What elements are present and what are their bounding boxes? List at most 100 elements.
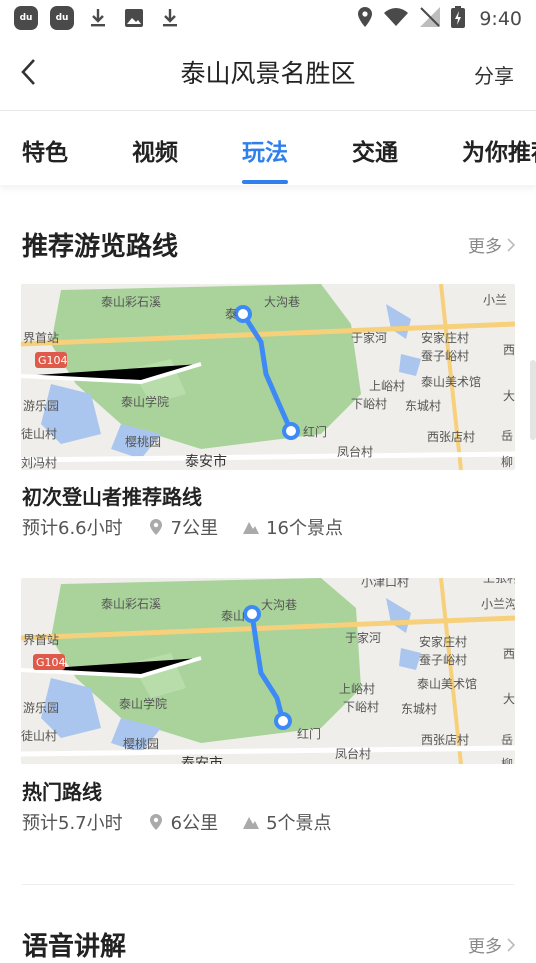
svg-text:大: 大 — [503, 692, 515, 706]
svg-text:凤台村: 凤台村 — [335, 746, 371, 761]
location-pin-icon — [145, 516, 167, 538]
location-pin-icon — [145, 811, 167, 833]
tab-features[interactable]: 特色 — [22, 133, 68, 167]
svg-text:泰山: 泰山 — [221, 609, 245, 623]
svg-text:樱桃园: 樱桃园 — [125, 434, 161, 449]
svg-text:小津口村: 小津口村 — [361, 578, 409, 589]
title-bar: 泰山风景名胜区 分享 — [0, 36, 536, 111]
du-app-icon: du — [50, 6, 74, 30]
page-title: 泰山风景名胜区 — [180, 59, 356, 88]
share-button[interactable]: 分享 — [474, 60, 514, 89]
svg-text:界首站: 界首站 — [23, 633, 59, 647]
svg-text:于家河: 于家河 — [351, 330, 387, 345]
route-spots: 16个景点 — [266, 518, 343, 539]
svg-text:西: 西 — [503, 647, 515, 661]
svg-text:西张店村: 西张店村 — [427, 430, 475, 444]
more-label: 更多 — [468, 237, 502, 257]
svg-text:东城村: 东城村 — [401, 702, 437, 716]
tab-recommend[interactable]: 为你推荐 — [462, 133, 536, 167]
svg-text:安家庄村: 安家庄村 — [421, 330, 469, 345]
svg-text:游乐园: 游乐园 — [23, 701, 59, 715]
status-bar: du du 9:40 — [0, 0, 536, 36]
svg-text:上张村: 上张村 — [483, 578, 515, 585]
svg-text:下峪村: 下峪村 — [351, 397, 387, 411]
route-distance: 7公里 — [170, 518, 219, 539]
route-distance: 6公里 — [170, 813, 219, 834]
svg-text:刘冯村: 刘冯村 — [21, 456, 57, 470]
svg-text:西: 西 — [503, 343, 515, 357]
mountain-icon — [240, 516, 262, 538]
svg-text:上峪村: 上峪村 — [339, 682, 375, 696]
section-divider — [22, 884, 514, 885]
svg-text:大沟巷: 大沟巷 — [264, 295, 300, 309]
download-icon — [158, 6, 182, 30]
chevron-right-icon — [507, 237, 516, 252]
svg-text:徒山村: 徒山村 — [21, 729, 57, 743]
section-title-voice: 语音讲解 — [22, 932, 127, 962]
chevron-right-icon — [507, 937, 516, 952]
voice-more-button[interactable]: 更多 — [468, 932, 516, 957]
wifi-icon — [383, 7, 409, 31]
route-name-1[interactable]: 初次登山者推荐路线 — [22, 481, 202, 510]
svg-text:徒山村: 徒山村 — [21, 427, 57, 441]
svg-text:小兰: 小兰 — [483, 293, 507, 307]
svg-text:岳: 岳 — [501, 429, 513, 443]
svg-text:泰山彩石溪: 泰山彩石溪 — [101, 295, 161, 309]
svg-text:下峪村: 下峪村 — [343, 700, 379, 714]
svg-text:泰: 泰 — [225, 307, 237, 321]
svg-text:红门: 红门 — [303, 424, 327, 439]
svg-text:上峪村: 上峪村 — [369, 379, 405, 393]
tab-videos[interactable]: 视频 — [132, 133, 178, 167]
route-meta-1: 预计6.6小时 7公里 16个景点 — [22, 514, 343, 540]
status-time: 9:40 — [479, 8, 522, 30]
svg-text:泰山美术馆: 泰山美术馆 — [421, 374, 481, 389]
svg-text:安家庄村: 安家庄村 — [419, 634, 467, 649]
route-map-2[interactable]: 泰山彩石溪泰山 大沟巷 小津口村 上张村小兰沟 于家河 安家庄村 蚕子峪村 西 上峪村… — [21, 578, 515, 764]
svg-text:G104: G104 — [38, 354, 68, 367]
routes-more-button[interactable]: 更多 — [468, 232, 516, 257]
active-tab-indicator — [242, 180, 288, 184]
svg-text:小兰沟: 小兰沟 — [481, 597, 515, 611]
tab-transport[interactable]: 交通 — [352, 133, 398, 167]
svg-text:泰安市: 泰安市 — [185, 453, 227, 470]
route-duration: 预计6.6小时 — [22, 518, 123, 539]
download-icon — [86, 6, 110, 30]
svg-text:东城村: 东城村 — [405, 399, 441, 413]
svg-text:红门: 红门 — [297, 726, 321, 741]
no-signal-icon — [419, 6, 441, 32]
scrollbar[interactable] — [530, 360, 536, 440]
more-label: 更多 — [468, 937, 502, 957]
svg-text:界首站: 界首站 — [23, 331, 59, 345]
svg-text:大沟巷: 大沟巷 — [261, 598, 297, 612]
mountain-icon — [240, 811, 262, 833]
section-title-routes: 推荐游览路线 — [22, 232, 179, 262]
route-meta-2: 预计5.7小时 6公里 5个景点 — [22, 809, 332, 835]
battery-icon — [451, 6, 466, 32]
route-map-1[interactable]: 泰山彩石溪泰 大沟巷于家河 安家庄村蚕子峪村 上峪村 泰山美术馆 下峪村 东城村 界… — [21, 284, 515, 470]
svg-text:岳: 岳 — [501, 733, 513, 747]
svg-text:柳: 柳 — [501, 455, 513, 469]
image-icon — [122, 6, 146, 30]
svg-text:泰山学院: 泰山学院 — [121, 394, 169, 409]
svg-text:于家河: 于家河 — [345, 630, 381, 645]
tab-bar: 特色 视频 玩法 交通 为你推荐 — [0, 111, 536, 185]
svg-text:西张店村: 西张店村 — [421, 733, 469, 747]
svg-text:樱桃园: 樱桃园 — [123, 736, 159, 751]
svg-text:泰山学院: 泰山学院 — [119, 696, 167, 711]
svg-text:泰安市: 泰安市 — [181, 755, 223, 764]
svg-text:游乐园: 游乐园 — [23, 399, 59, 413]
route-duration: 预计5.7小时 — [22, 813, 123, 834]
du-app-icon: du — [14, 6, 38, 30]
svg-text:泰山彩石溪: 泰山彩石溪 — [101, 597, 161, 611]
route-name-2[interactable]: 热门路线 — [22, 776, 102, 805]
svg-text:泰山美术馆: 泰山美术馆 — [417, 676, 477, 691]
svg-text:凤台村: 凤台村 — [337, 444, 373, 459]
tab-play[interactable]: 玩法 — [242, 133, 288, 167]
svg-text:蚕子峪村: 蚕子峪村 — [419, 653, 467, 667]
svg-text:蚕子峪村: 蚕子峪村 — [421, 349, 469, 363]
svg-text:G104: G104 — [36, 656, 66, 669]
svg-text:柳: 柳 — [501, 757, 513, 764]
svg-text:大: 大 — [503, 389, 515, 403]
route-spots: 5个景点 — [266, 813, 332, 834]
location-icon — [357, 6, 373, 32]
